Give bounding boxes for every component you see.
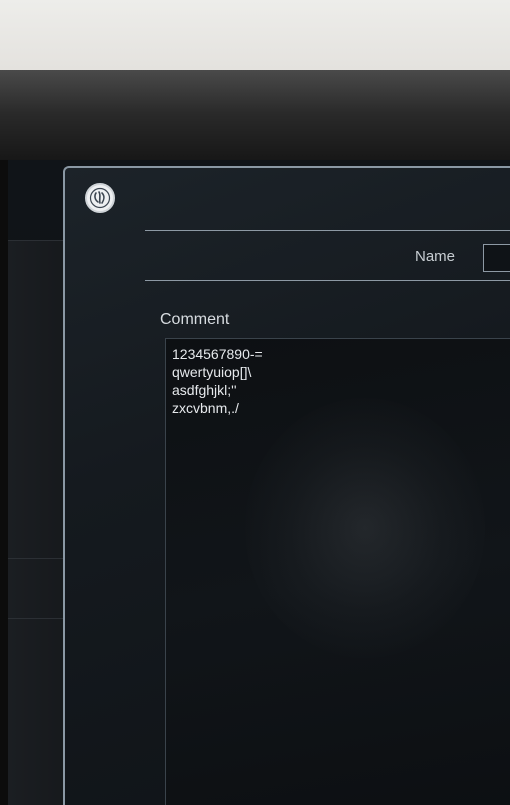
name-input[interactable]: [483, 244, 510, 272]
wall-background: [0, 0, 510, 70]
side-panel-divider: [8, 558, 68, 559]
comment-line: asdfghjkl;'': [172, 382, 237, 398]
ge-logo-glyph: [89, 187, 111, 209]
comment-dialog: Name Comment 1234567890-= qwertyuiop[]\ …: [63, 166, 510, 805]
header-divider: [145, 230, 510, 231]
name-row-divider: [145, 280, 510, 281]
name-label: Name: [415, 248, 456, 265]
comment-label: Comment: [160, 311, 230, 328]
comment-line: qwertyuiop[]\: [172, 364, 252, 380]
comment-line: zxcvbnm,./: [172, 400, 239, 416]
comment-textarea[interactable]: 1234567890-= qwertyuiop[]\ asdfghjkl;'' …: [165, 338, 510, 805]
monitor-bezel-top: [0, 70, 510, 165]
monitor-screen: Name Comment 1234567890-= qwertyuiop[]\ …: [8, 160, 510, 805]
comment-line: 1234567890-=: [172, 346, 263, 362]
background-side-panel: [8, 240, 69, 805]
side-panel-divider: [8, 618, 68, 619]
ge-logo-icon: [85, 183, 115, 213]
monitor-bezel-left: [0, 160, 8, 805]
side-panel-divider: [8, 240, 68, 241]
